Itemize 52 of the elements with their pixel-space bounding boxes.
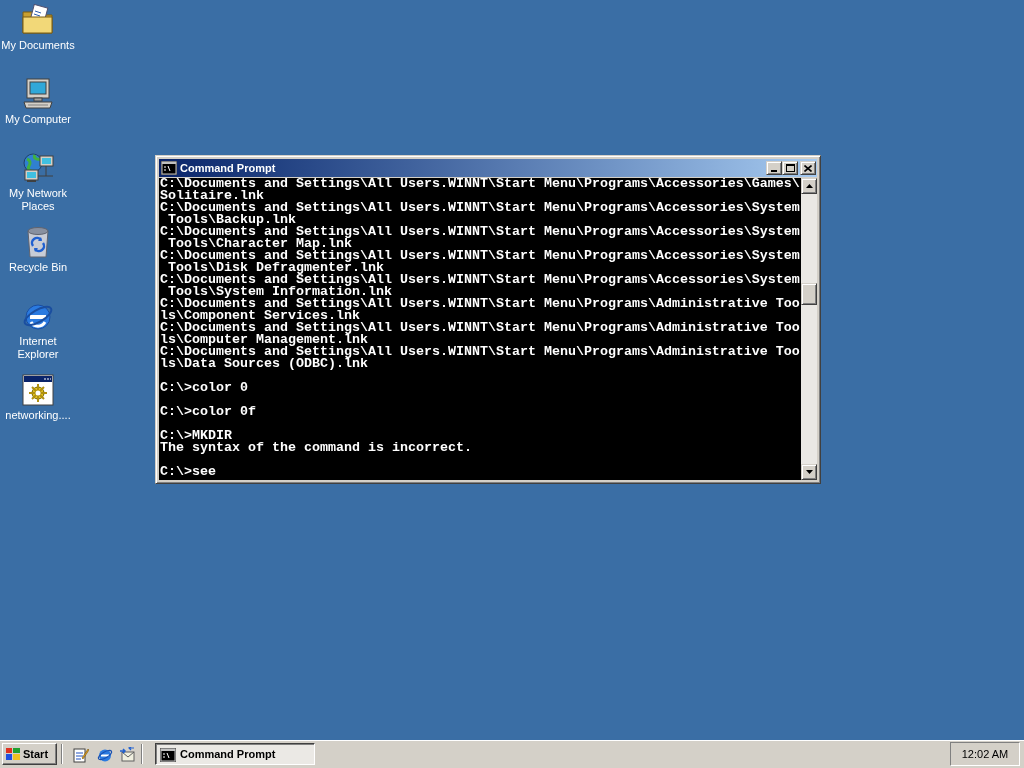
console-line: Tools\System Information.lnk <box>168 286 392 298</box>
desktop-icon-label[interactable]: Recycle Bin <box>8 261 68 274</box>
notepad-pencil-icon[interactable] <box>73 747 89 763</box>
console-line: C:\Documents and Settings\All Users.WINNT\Start Menu\Programs\Accessories\System <box>160 250 800 262</box>
scroll-down-button[interactable] <box>801 464 817 480</box>
clock: 12:02 AM <box>950 742 1020 766</box>
minimize-icon <box>771 169 777 172</box>
down-arrow-icon <box>805 470 813 474</box>
e-logo-icon[interactable] <box>97 747 113 763</box>
desktop-icon-label[interactable]: My Network Places <box>0 187 76 213</box>
console-line: C:\>color 0 <box>160 382 248 394</box>
console-line: C:\Documents and Settings\All Users.WINNT\Start Menu\Programs\Administrative Too <box>160 298 800 310</box>
console-line: C:\>see <box>160 466 216 478</box>
console-line: The syntax of the command is incorrect. <box>160 442 472 454</box>
taskbar-button[interactable]: Command Prompt <box>155 743 315 765</box>
network-globe-icon[interactable] <box>22 152 54 184</box>
console-line: ls\Component Services.lnk <box>160 310 360 322</box>
console-line: C:\Documents and Settings\All Users.WINNT\Start Menu\Programs\Administrative Too <box>160 346 800 358</box>
console-line: C:\Documents and Settings\All Users.WINNT\Start Menu\Programs\Accessories\Games\ <box>160 178 800 190</box>
desktop-icon-label[interactable]: networking.... <box>5 409 71 422</box>
close-button[interactable] <box>800 161 816 175</box>
windows-flag-icon <box>5 747 21 761</box>
console-line: C:\>MKDIR <box>160 430 232 442</box>
console-line: Solitaire.lnk <box>160 190 264 202</box>
maximize-icon <box>785 164 795 172</box>
desktop-icon-label[interactable]: My Documents <box>1 39 75 52</box>
maximize-button[interactable] <box>782 161 798 175</box>
window-gear-icon[interactable] <box>22 374 54 406</box>
start-button[interactable]: Start <box>2 743 57 765</box>
up-arrow-icon <box>805 184 813 188</box>
scrollbar-thumb[interactable] <box>801 283 817 305</box>
console-line: C:\Documents and Settings\All Users.WINNT\Start Menu\Programs\Accessories\System <box>160 274 800 286</box>
envelope-arrows-icon[interactable] <box>119 747 135 763</box>
console-icon[interactable] <box>161 161 177 175</box>
console-line: ls\Data Sources (ODBC).lnk <box>160 358 368 370</box>
console-line: Tools\Character Map.lnk <box>168 238 352 250</box>
console-line: C:\Documents and Settings\All Users.WINNT\Start Menu\Programs\Administrative Too <box>160 322 800 334</box>
folder-icon[interactable] <box>22 4 54 36</box>
scroll-up-button[interactable] <box>801 178 817 194</box>
computer-icon[interactable] <box>22 78 54 110</box>
desktop-icon-label[interactable]: Internet Explorer <box>0 335 76 361</box>
window-title: Command Prompt <box>180 161 276 175</box>
console-line: C:\Documents and Settings\All Users.WINNT\Start Menu\Programs\Accessories\System <box>160 226 800 238</box>
close-icon <box>804 164 812 172</box>
console-line: Tools\Backup.lnk <box>168 214 296 226</box>
desktop-icon-label[interactable]: My Computer <box>5 113 71 126</box>
console-icon <box>160 747 176 762</box>
console-line: C:\>color 0f <box>160 406 256 418</box>
minimize-button[interactable] <box>766 161 782 175</box>
console-line: Tools\Disk Defragmenter.lnk <box>168 262 384 274</box>
console-line: ls\Computer Management.lnk <box>160 334 368 346</box>
console-line: C:\Documents and Settings\All Users.WINNT\Start Menu\Programs\Accessories\System <box>160 202 800 214</box>
